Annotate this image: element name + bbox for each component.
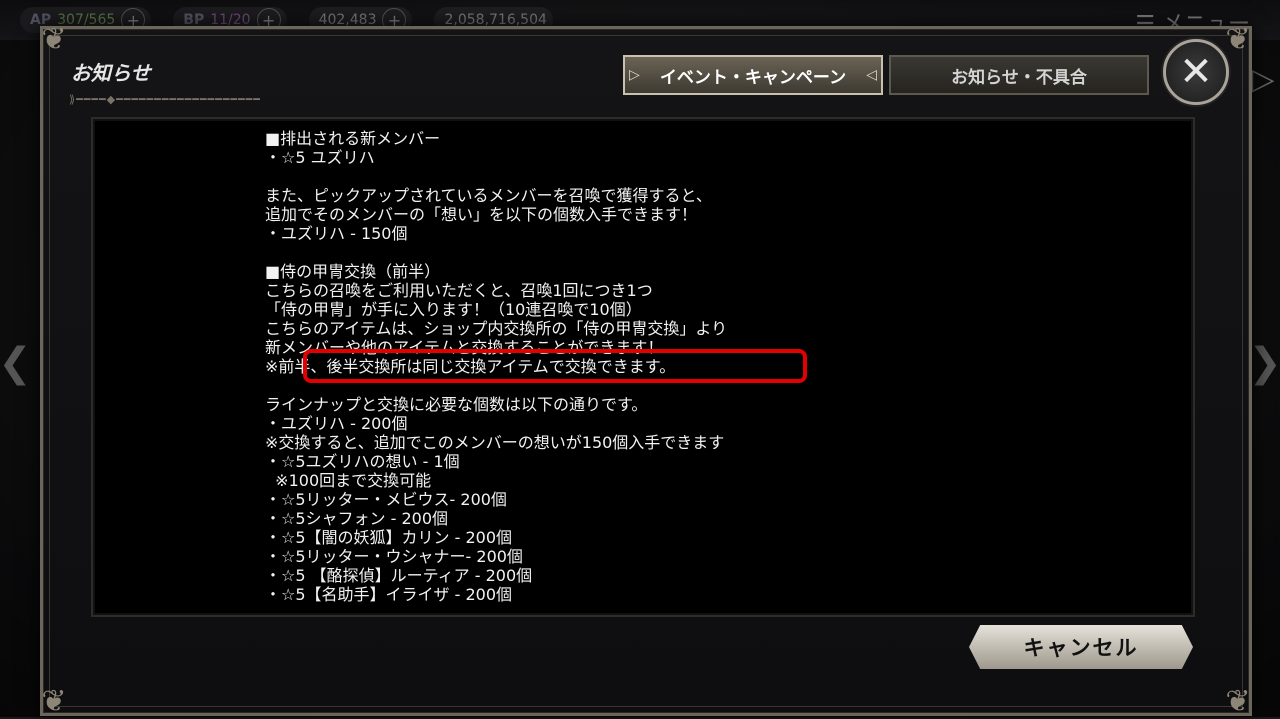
notice-line: ・☆5【名助手】イライザ - 200個 [265,585,513,604]
tab-notice-bugs[interactable]: お知らせ・不具合 [889,55,1149,95]
notice-line: ・☆5ユズリハの想い - 1個 [265,452,460,471]
notice-line: 「侍の甲冑」が手に入ります！（10連召喚で10個） [265,300,642,319]
title-divider-ornament: ⟫━━━━◆━━━━━━━━━━━━━━━━━━━ [69,93,261,106]
notice-line: ■侍の甲冑交換（前半） [265,262,441,281]
page-next-icon: ▷ [1251,61,1275,97]
notice-line: ・☆5 ユズリハ [265,148,375,167]
corner-ornament-icon: ❦ [1225,684,1251,719]
notice-line: こちらのアイテムは、ショップ内交換所の「侍の甲冑交換」より [265,319,728,338]
notice-line: ・☆5リッター・ウシャナー- 200個 [265,547,523,566]
left-arrow-icon: ❮ [0,340,32,386]
corner-ornament-icon: ❦ [41,22,67,57]
close-button[interactable]: ✕ [1163,39,1229,105]
notice-line: ・☆5【闇の妖狐】カリン - 200個 [265,528,513,547]
notice-content-panel[interactable]: ■排出される新メンバー ・☆5 ユズリハまた、ピックアップされているメンバーを召喚… [91,117,1195,617]
close-icon: ✕ [1179,49,1213,95]
notice-line: ラインナップと交換に必要な個数は以下の通りです。 [265,395,648,414]
notice-line [265,167,965,186]
corner-ornament-icon: ❦ [1225,22,1251,57]
notice-line: 追加でそのメンバーの「想い」を以下の個数入手できます！ [265,205,698,224]
notice-line: また、ピックアップされているメンバーを召喚で獲得すると、 [265,186,712,205]
notice-line: こちらの召喚をご利用いただくと、召喚1回につき1つ [265,281,653,300]
highlight-box [303,349,807,383]
notice-line: ※100回まで交換可能 [265,471,432,490]
notice-line: ・☆5 【酪探偵】ルーティア - 200個 [265,566,533,585]
tab-event-campaign[interactable]: イベント・キャンペーン [623,55,883,95]
notice-line: ※交換すると、追加でこのメンバーの想いが150個入手できます [265,433,725,452]
notice-dialog: ❦ ❦ ❦ ❦ お知らせ ⟫━━━━◆━━━━━━━━━━━━━━━━━━━ イ… [40,22,1252,719]
notice-line: ・ユズリハ - 150個 [265,224,408,243]
corner-ornament-icon: ❦ [41,684,67,719]
right-arrow-icon: ❯ [1248,340,1280,386]
notice-line: ・☆5リッター・メビウス- 200個 [265,490,507,509]
cancel-button[interactable]: キャンセル [969,625,1193,669]
dialog-title: お知らせ [71,61,151,85]
notice-line: ・☆5シャフォン - 200個 [265,509,449,528]
notice-line: ■排出される新メンバー [265,129,441,148]
notice-line: ・ユズリハ - 200個 [265,414,408,433]
notice-line [265,243,965,262]
